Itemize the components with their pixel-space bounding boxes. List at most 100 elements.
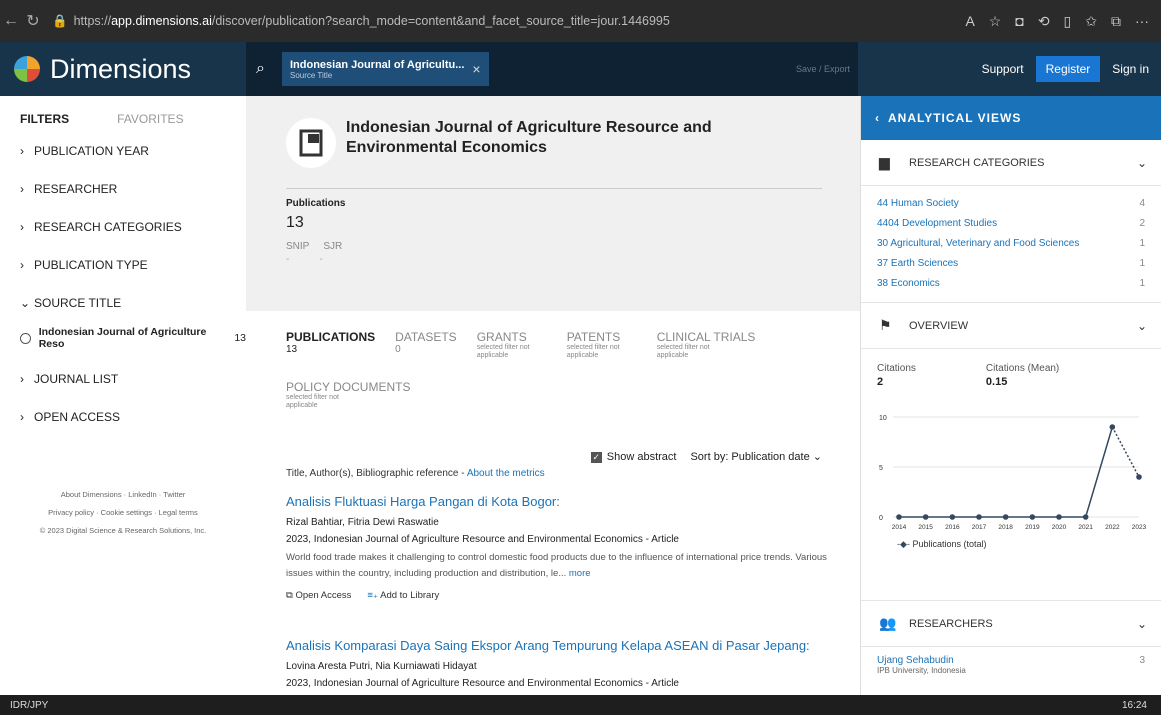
add-to-library-button[interactable]: ≡₊ Add to Library <box>367 590 439 601</box>
filter-researcher[interactable]: › RESEARCHER <box>0 170 246 208</box>
analytical-views-header[interactable]: ‹ ANALYTICAL VIEWS <box>861 96 1161 140</box>
tab-patents[interactable]: PATENTS selected filter not applicable <box>567 330 637 360</box>
read-aloud-icon[interactable]: A <box>965 13 974 30</box>
tab-label: POLICY DOCUMENTS <box>286 380 411 394</box>
researcher-item[interactable]: Ujang Sehabudin 3 IPB University, Indones… <box>861 647 1161 683</box>
overview-section[interactable]: ⚑ OVERVIEW ⌄ <box>861 303 1161 349</box>
more-link[interactable]: more <box>569 568 591 579</box>
filter-research-categories[interactable]: › RESEARCH CATEGORIES <box>0 208 246 246</box>
divider <box>286 188 822 189</box>
tab-label: PATENTS <box>566 330 621 344</box>
search-icon[interactable]: ⌕ <box>256 60 282 78</box>
back-icon[interactable]: ← <box>0 12 22 30</box>
sort-dropdown[interactable]: Sort by: Publication date ⌄ <box>690 450 822 463</box>
filter-publication-year[interactable]: › PUBLICATION YEAR <box>0 132 246 170</box>
category-link[interactable]: 4404 Development Studies <box>877 214 997 234</box>
address-bar[interactable]: 🔒 https:// app.dimensions.ai /discover/p… <box>52 14 852 29</box>
support-link[interactable]: Support <box>982 62 1024 76</box>
tab-grants[interactable]: GRANTS selected filter not applicable <box>477 330 547 360</box>
y-tick-label: 5 <box>879 465 883 472</box>
chevron-down-icon[interactable]: ⌄ <box>1137 156 1147 170</box>
favorite-star-icon[interactable]: ☆ <box>989 13 1002 30</box>
filter-label: OPEN ACCESS <box>34 410 121 424</box>
tab-filters[interactable]: FILTERS <box>20 112 69 126</box>
list-item[interactable]: 38 Economics 1 <box>877 274 1145 294</box>
show-abstract-toggle[interactable]: ✓ Show abstract <box>590 451 676 463</box>
filter-open-access[interactable]: › OPEN ACCESS <box>0 398 246 436</box>
result-item: Analisis Komparasi Daya Saing Ekspor Ara… <box>286 638 846 689</box>
category-count: 1 <box>1139 238 1145 249</box>
filter-journal-list[interactable]: › JOURNAL LIST <box>0 360 246 398</box>
radio-icon[interactable] <box>20 332 31 344</box>
publications-chart: 10 5 0 2014 2015 2016 2017 2018 2019 2020 2021 2022… <box>879 415 1147 531</box>
result-title[interactable]: Analisis Fluktuasi Harga Pangan di Kota … <box>286 494 846 509</box>
about-metrics-link[interactable]: About the metrics <box>467 468 545 479</box>
tab-datasets[interactable]: DATASETS 0 <box>395 330 457 360</box>
shield-icon[interactable]: ◘ <box>1015 13 1023 30</box>
result-item: Analisis Fluktuasi Harga Pangan di Kota … <box>286 494 846 601</box>
close-icon[interactable]: × <box>472 61 480 77</box>
refresh-icon[interactable]: ↻ <box>22 11 44 31</box>
list-item[interactable]: 44 Human Society 4 <box>877 194 1145 214</box>
tab-clinical-trials[interactable]: CLINICAL TRIALS selected filter not appli… <box>657 330 756 360</box>
dimensions-logo[interactable]: Dimensions <box>0 54 246 85</box>
list-item[interactable]: 30 Agricultural, Veterinary and Food Sci… <box>877 234 1145 254</box>
more-icon[interactable]: ··· <box>1135 13 1149 30</box>
filter-publication-type[interactable]: › PUBLICATION TYPE <box>0 246 246 284</box>
browser-toolbar: ← ↻ 🔒 https:// app.dimensions.ai /discov… <box>0 0 1161 42</box>
result-abstract: World food trade makes it challenging to… <box>286 550 831 582</box>
extension-icon[interactable]: ⟲ <box>1038 13 1050 30</box>
add-to-library-label: Add to Library <box>380 590 440 601</box>
chevron-down-icon[interactable]: ⌄ <box>1137 319 1147 333</box>
source-title-chip[interactable]: Indonesian Journal of Agricultu... Sourc… <box>282 52 489 86</box>
category-link[interactable]: 30 Agricultural, Veterinary and Food Sci… <box>877 234 1079 254</box>
taskbar-widget[interactable]: IDR/JPY <box>0 700 48 711</box>
footer-copyright: © 2023 Digital Science & Research Soluti… <box>39 526 207 535</box>
filter-source-title[interactable]: ⌄ SOURCE TITLE <box>0 284 246 322</box>
tab-note: selected filter not applicable <box>476 344 530 359</box>
footer-links: About Dimensions · LinkedIn · Twitter Pr… <box>0 486 246 540</box>
sign-in-link[interactable]: Sign in <box>1112 62 1149 76</box>
tab-policy-documents[interactable]: POLICY DOCUMENTS selected filter not app… <box>286 380 410 410</box>
chevron-down-icon[interactable]: ⌄ <box>1137 617 1147 631</box>
tab-publications[interactable]: PUBLICATIONS 13 <box>286 330 375 360</box>
source-option-label: Indonesian Journal of Agriculture Reso <box>38 326 207 350</box>
filter-label: JOURNAL LIST <box>34 372 119 386</box>
footer-line-1[interactable]: About Dimensions · LinkedIn · Twitter <box>0 486 246 504</box>
publications-label: Publications <box>286 198 346 209</box>
favorites-icon[interactable]: ✩ <box>1085 13 1097 30</box>
split-screen-icon[interactable]: ▯ <box>1064 13 1072 30</box>
data-point <box>1029 514 1036 520</box>
category-count: 1 <box>1139 258 1145 269</box>
result-authors: Rizal Bahtiar, Fitria Dewi Raswatie <box>286 517 439 528</box>
y-tick-label: 0 <box>879 515 883 522</box>
app-header: Dimensions ⌕ Indonesian Journal of Agric… <box>0 42 1161 96</box>
list-item[interactable]: 37 Earth Sciences 1 <box>877 254 1145 274</box>
footer-line-2[interactable]: Privacy policy · Cookie settings · Legal… <box>0 504 246 522</box>
research-categories-section[interactable]: ▆ RESEARCH CATEGORIES ⌄ <box>861 140 1161 186</box>
data-point <box>1109 424 1116 430</box>
chevron-right-icon: › <box>20 410 24 424</box>
open-access-link[interactable]: ⧉ Open Access <box>286 590 351 601</box>
result-title[interactable]: Analisis Komparasi Daya Saing Ekspor Ara… <box>286 638 846 653</box>
columns-legend-text: Title, Author(s), Bibliographic referenc… <box>286 468 467 479</box>
content-tabs: PUBLICATIONS 13 DATASETS 0 GRANTS selected … <box>286 330 755 360</box>
category-link[interactable]: 37 Earth Sciences <box>877 254 958 274</box>
researchers-section[interactable]: 👥 RESEARCHERS ⌄ <box>861 601 1161 647</box>
list-item[interactable]: 4404 Development Studies 2 <box>877 214 1145 234</box>
legend-marker-icon: -◆- <box>897 539 910 549</box>
category-link[interactable]: 44 Human Society <box>877 194 959 214</box>
add-list-icon: ≡₊ <box>367 590 378 601</box>
collections-icon[interactable]: ⧉ <box>1111 13 1121 30</box>
search-bar[interactable]: ⌕ Indonesian Journal of Agricultu... Sou… <box>246 42 858 96</box>
source-title-option[interactable]: Indonesian Journal of Agriculture Reso 1… <box>0 322 246 354</box>
tab-favorites[interactable]: FAVORITES <box>117 112 183 126</box>
register-button[interactable]: Register <box>1035 56 1101 82</box>
researcher-name[interactable]: Ujang Sehabudin <box>877 655 954 666</box>
analytical-views-title: ANALYTICAL VIEWS <box>888 111 1022 125</box>
url-path: /discover/publication?search_mode=conten… <box>211 14 670 28</box>
save-export-button[interactable]: Save / Export <box>796 64 850 74</box>
data-point <box>922 514 929 520</box>
checkbox-icon[interactable]: ✓ <box>590 451 602 463</box>
category-link[interactable]: 38 Economics <box>877 274 940 294</box>
